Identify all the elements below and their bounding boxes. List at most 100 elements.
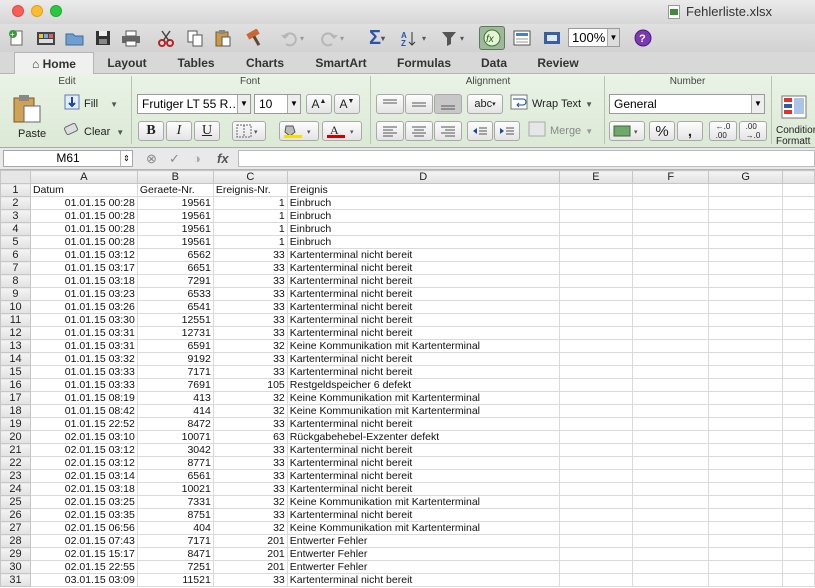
cell[interactable]: 01.01.15 03:26: [29, 300, 138, 314]
cell[interactable]: [558, 482, 634, 496]
cell[interactable]: 33: [212, 482, 288, 496]
cell[interactable]: 33: [212, 508, 288, 522]
increase-decimal-button[interactable]: ←.0.00: [709, 121, 737, 141]
cell[interactable]: Kartenterminal nicht bereit: [286, 313, 560, 327]
cell[interactable]: [708, 339, 784, 353]
cell[interactable]: Kartenterminal nicht bereit: [286, 365, 560, 379]
cell[interactable]: Kartenterminal nicht bereit: [286, 248, 560, 262]
cell[interactable]: [632, 235, 710, 249]
cell[interactable]: [782, 417, 815, 431]
cell[interactable]: Restgeldspeicher 6 defekt: [286, 378, 560, 392]
cell[interactable]: [708, 443, 784, 457]
cell[interactable]: [558, 209, 634, 223]
cell[interactable]: 02.01.15 07:43: [29, 534, 138, 548]
cell[interactable]: 02.01.15 03:12: [29, 443, 138, 457]
text-orientation-button[interactable]: abc ▾: [467, 94, 503, 114]
minimize-window-button[interactable]: [31, 5, 43, 17]
row-header[interactable]: 16: [0, 378, 31, 392]
row-header[interactable]: 26: [0, 508, 31, 522]
cell[interactable]: [708, 326, 784, 340]
cell[interactable]: [708, 222, 784, 236]
row-header[interactable]: 7: [0, 261, 31, 275]
cell[interactable]: [558, 235, 634, 249]
cell[interactable]: [782, 339, 815, 353]
align-middle-button[interactable]: [405, 94, 433, 114]
cut-icon[interactable]: [155, 26, 177, 50]
cell[interactable]: [558, 248, 634, 262]
row-header[interactable]: 21: [0, 443, 31, 457]
row-header[interactable]: 8: [0, 274, 31, 288]
row-header[interactable]: 15: [0, 365, 31, 379]
row-header[interactable]: 17: [0, 391, 31, 405]
row-header[interactable]: 14: [0, 352, 31, 366]
cell[interactable]: [782, 560, 815, 574]
cell[interactable]: 01.01.15 03:32: [29, 352, 138, 366]
cell[interactable]: 1: [212, 209, 288, 223]
cell[interactable]: Keine Kommunikation mit Kartenterminal: [286, 339, 560, 353]
cell[interactable]: 7691: [136, 378, 214, 392]
cell[interactable]: 02.01.15 06:56: [29, 521, 138, 535]
cell[interactable]: 201: [212, 560, 288, 574]
cell[interactable]: [782, 456, 815, 470]
cell[interactable]: [708, 534, 784, 548]
cell[interactable]: [632, 508, 710, 522]
row-header[interactable]: 6: [0, 248, 31, 262]
clear-button[interactable]: Clear ▼: [62, 122, 124, 142]
cell[interactable]: 6562: [136, 248, 214, 262]
paste-button[interactable]: Paste: [10, 94, 46, 144]
number-format-select[interactable]: General ▼: [609, 94, 765, 114]
cell[interactable]: [782, 300, 815, 314]
cell[interactable]: Kartenterminal nicht bereit: [286, 443, 560, 457]
cell[interactable]: [632, 352, 710, 366]
cell[interactable]: [558, 378, 634, 392]
cell[interactable]: 7171: [136, 534, 214, 548]
column-header[interactable]: F: [632, 170, 710, 184]
cell[interactable]: 33: [212, 417, 288, 431]
cell[interactable]: Kartenterminal nicht bereit: [286, 274, 560, 288]
cell[interactable]: [782, 469, 815, 483]
cell[interactable]: 1: [212, 235, 288, 249]
cell[interactable]: [708, 573, 784, 587]
cell[interactable]: 19561: [136, 222, 214, 236]
fill-button[interactable]: Fill ▼: [64, 94, 124, 114]
row-header[interactable]: 4: [0, 222, 31, 236]
cell[interactable]: [708, 456, 784, 470]
cell[interactable]: [708, 352, 784, 366]
cell[interactable]: Ereignis-Nr.: [212, 183, 288, 197]
cell[interactable]: [708, 274, 784, 288]
function-icon[interactable]: ◑: [193, 151, 201, 166]
column-header[interactable]: C: [212, 170, 288, 184]
cell[interactable]: [708, 313, 784, 327]
row-header[interactable]: 5: [0, 235, 31, 249]
tab-data[interactable]: Data: [467, 52, 521, 74]
cell[interactable]: 11521: [136, 573, 214, 587]
cell[interactable]: [708, 378, 784, 392]
column-header[interactable]: E: [558, 170, 634, 184]
cell[interactable]: 201: [212, 534, 288, 548]
cell[interactable]: 19561: [136, 196, 214, 210]
cell[interactable]: [708, 560, 784, 574]
tab-home[interactable]: ⌂ Home: [14, 52, 94, 75]
cell[interactable]: Keine Kommunikation mit Kartenterminal: [286, 521, 560, 535]
cell[interactable]: [632, 430, 710, 444]
cell[interactable]: [708, 508, 784, 522]
cell[interactable]: [782, 391, 815, 405]
cell[interactable]: 02.01.15 03:14: [29, 469, 138, 483]
cell[interactable]: 32: [212, 521, 288, 535]
row-header[interactable]: 27: [0, 521, 31, 535]
cell[interactable]: 7171: [136, 365, 214, 379]
cell[interactable]: 12551: [136, 313, 214, 327]
merge-button[interactable]: Merge ▼: [528, 121, 600, 141]
cell[interactable]: [632, 326, 710, 340]
zoom-select[interactable]: 100% ▼: [568, 28, 620, 47]
italic-button[interactable]: I: [166, 121, 192, 141]
cell[interactable]: 03.01.15 03:09: [29, 573, 138, 587]
wrap-text-button[interactable]: Wrap Text ▼: [510, 94, 600, 114]
column-header[interactable]: B: [136, 170, 214, 184]
filter-icon[interactable]: ▾: [438, 26, 470, 50]
cell[interactable]: 33: [212, 365, 288, 379]
cell[interactable]: [708, 495, 784, 509]
tab-smartart[interactable]: SmartArt: [301, 52, 381, 74]
cell[interactable]: [708, 365, 784, 379]
cell[interactable]: 8771: [136, 456, 214, 470]
